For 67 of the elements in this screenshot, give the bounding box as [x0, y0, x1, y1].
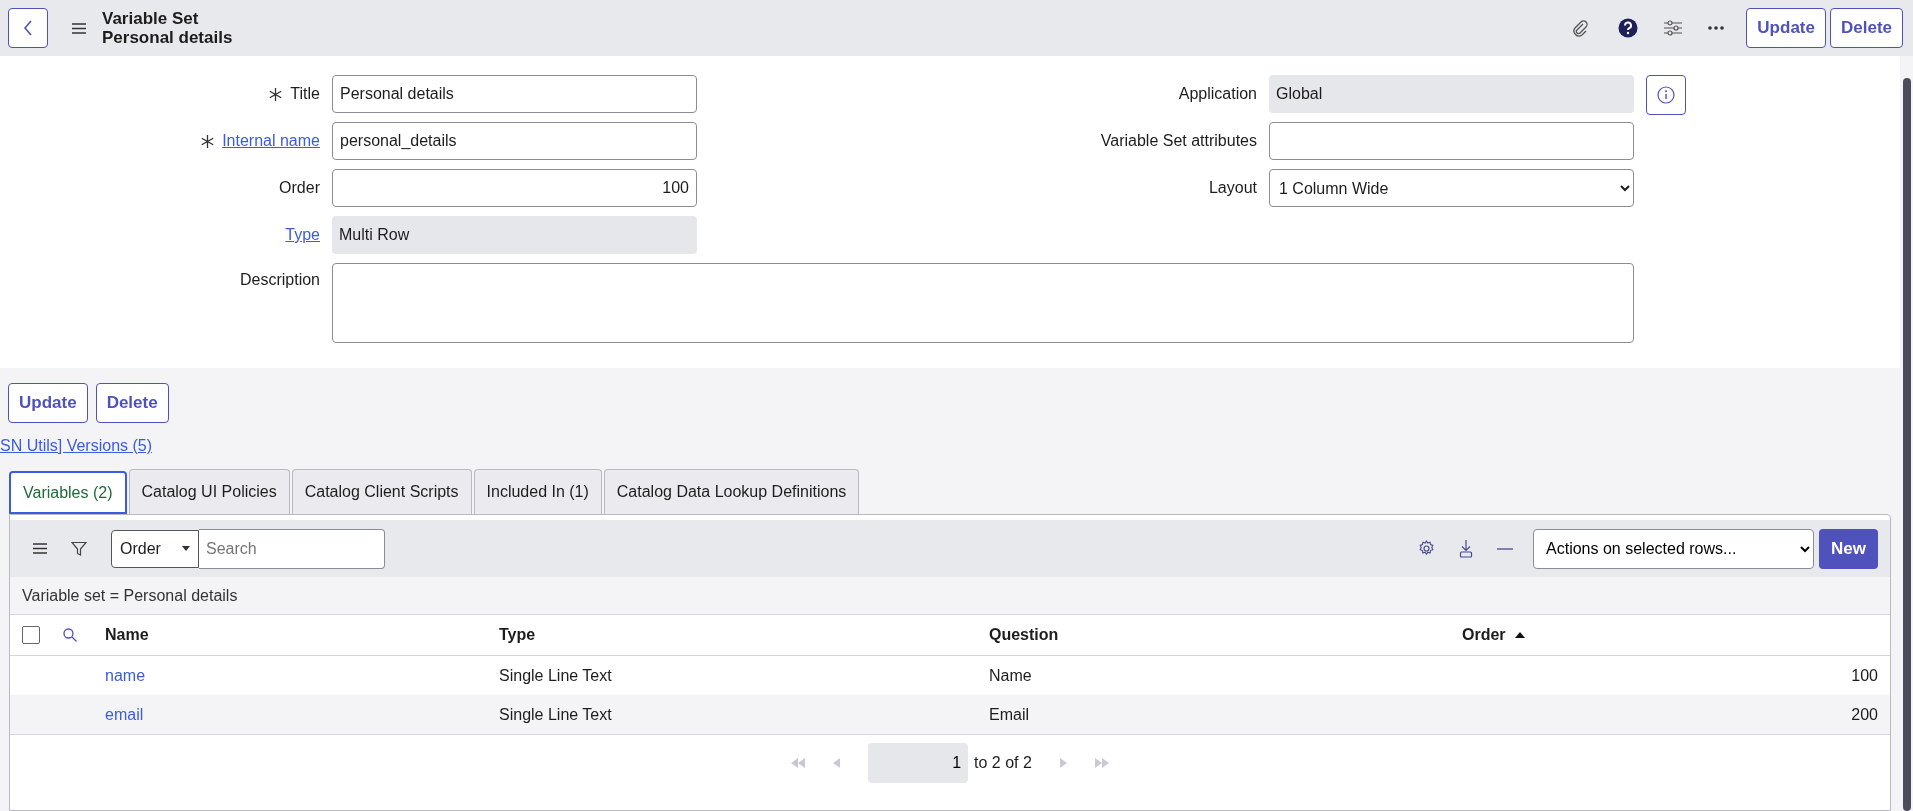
table-cell: 200	[1851, 705, 1878, 723]
header-action-button[interactable]: Delete	[1829, 8, 1903, 48]
field-label: Variable Set attributes	[1100, 132, 1257, 150]
related-list-tab[interactable]: Catalog Client Scripts	[291, 469, 472, 514]
new-button[interactable]: New	[1819, 528, 1878, 569]
record-link[interactable]: name	[105, 666, 146, 684]
chevron-left-icon	[22, 19, 34, 37]
text-field[interactable]: Personal details	[332, 75, 697, 113]
help-icon[interactable]	[1618, 18, 1639, 38]
sliders-icon[interactable]	[1664, 20, 1683, 36]
field-label: Application	[1178, 85, 1257, 103]
column-header[interactable]: Name	[105, 626, 149, 644]
table-cell: Single Line Text	[499, 705, 612, 723]
field-label: Description	[239, 271, 320, 289]
readonly-field: Global	[1269, 75, 1634, 113]
search-icon[interactable]	[63, 628, 77, 642]
table-cell: 100	[1851, 666, 1878, 684]
related-list-tab[interactable]: Variables (2)	[9, 471, 127, 514]
info-button[interactable]	[1646, 75, 1686, 115]
table-cell: Name	[989, 666, 1032, 684]
caret-down-icon	[182, 546, 190, 551]
menu-icon[interactable]	[33, 543, 47, 554]
versions-link[interactable]: SN Utils] Versions (5)	[0, 436, 153, 456]
required-icon	[201, 134, 215, 148]
more-icon[interactable]	[1708, 26, 1725, 30]
text-field[interactable]: personal_details	[332, 122, 697, 160]
column-header[interactable]: Question	[989, 626, 1059, 644]
text-field[interactable]	[1269, 122, 1634, 160]
column-header[interactable]: Type	[499, 626, 536, 644]
column-header[interactable]: Order	[1462, 626, 1506, 644]
filter-breadcrumb: Variable set = Personal details	[22, 586, 238, 605]
field-label: Title	[290, 85, 320, 103]
select-all-checkbox[interactable]	[22, 626, 40, 644]
actions-select[interactable]: Actions on selected rows...	[1533, 528, 1815, 569]
filter-icon[interactable]	[71, 540, 87, 557]
page-number-field[interactable]: 1	[868, 743, 969, 783]
record-title: Personal details	[102, 28, 233, 47]
required-icon	[269, 87, 283, 101]
readonly-field: Multi Row	[332, 216, 697, 254]
table-cell: Single Line Text	[499, 666, 612, 684]
back-button[interactable]	[8, 8, 48, 48]
related-list-tab[interactable]: Catalog Data Lookup Definitions	[603, 469, 860, 514]
settings-icon[interactable]	[1418, 540, 1436, 557]
layout-select[interactable]: 1 Column Wide	[1269, 169, 1634, 207]
menu-icon[interactable]	[72, 22, 86, 34]
related-list-tab[interactable]: Included In (1)	[473, 469, 602, 514]
related-list-tab[interactable]: Catalog UI Policies	[128, 469, 290, 514]
paperclip-icon[interactable]	[1572, 19, 1589, 37]
field-label: Order	[279, 179, 320, 197]
search-field[interactable]: Search	[199, 528, 385, 569]
sort-ascending-icon[interactable]	[1514, 632, 1525, 638]
field-label-link[interactable]: Type	[285, 226, 320, 244]
collapse-icon[interactable]	[1497, 547, 1514, 550]
number-field[interactable]: 100	[332, 169, 697, 207]
field-label: Layout	[1208, 179, 1257, 197]
table-cell: Email	[989, 705, 1029, 723]
download-icon[interactable]	[1459, 539, 1474, 558]
page-range-text: to 2 of 2	[974, 754, 1032, 772]
record-link[interactable]: email	[105, 705, 144, 723]
field-label-link[interactable]: Internal name	[222, 132, 320, 150]
header-action-button[interactable]: Update	[1746, 8, 1826, 48]
field-select[interactable]: Order	[111, 529, 199, 568]
form-action-button[interactable]: Delete	[95, 383, 169, 423]
description-field[interactable]	[332, 263, 1634, 343]
record-type-title: Variable Set	[102, 9, 200, 28]
info-icon	[1657, 86, 1675, 104]
form-action-button[interactable]: Update	[8, 383, 88, 423]
